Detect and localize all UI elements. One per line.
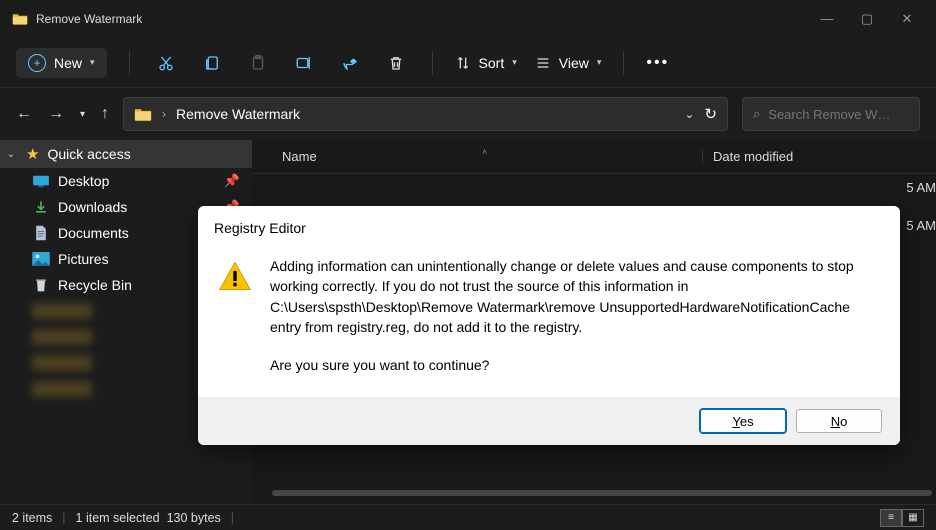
pin-icon: 📌	[224, 173, 240, 189]
column-modified-label: Date modified	[713, 149, 793, 164]
quick-access-label: Quick access	[47, 146, 130, 162]
separator	[432, 51, 433, 75]
search-icon: ⌕	[753, 106, 760, 122]
recycle-bin-icon	[32, 278, 50, 293]
sidebar-quick-access[interactable]: ⌄ ★ Quick access	[0, 140, 252, 168]
window-controls: — ▢ ✕	[820, 11, 928, 27]
view-label: View	[559, 55, 589, 71]
sidebar-item-desktop[interactable]: Desktop 📌	[0, 168, 252, 194]
yes-label: Y	[732, 414, 739, 429]
share-button[interactable]	[336, 49, 364, 77]
sidebar-item-label: Documents	[58, 225, 129, 241]
forward-button[interactable]: →	[48, 105, 64, 123]
sidebar-item-label: Pictures	[58, 251, 109, 267]
sort-icon	[455, 55, 471, 71]
star-icon: ★	[26, 145, 39, 163]
status-bar: 2 items | 1 item selected 130 bytes | ≡ …	[0, 504, 936, 530]
maximize-button[interactable]: ▢	[860, 11, 874, 27]
status-selection: 1 item selected	[76, 511, 160, 525]
documents-icon	[32, 226, 50, 241]
chevron-down-icon: ▾	[512, 57, 517, 68]
expand-icon[interactable]: ⌄	[4, 149, 18, 160]
sidebar-item-label: Downloads	[58, 199, 127, 215]
status-size: 130 bytes	[167, 511, 221, 525]
view-button[interactable]: View ▾	[535, 55, 602, 71]
no-label: N	[831, 414, 840, 429]
view-icon	[535, 55, 551, 71]
sidebar-item-label: Desktop	[58, 173, 109, 189]
delete-button[interactable]	[382, 49, 410, 77]
yes-button[interactable]: Yes	[700, 409, 786, 433]
copy-button[interactable]	[198, 49, 226, 77]
dialog-button-row: Yes No	[198, 397, 900, 445]
plus-icon: +	[28, 54, 46, 72]
cut-button[interactable]	[152, 49, 180, 77]
sort-button[interactable]: Sort ▾	[455, 55, 517, 71]
chevron-down-icon: ▾	[90, 57, 95, 68]
column-name-label: Name	[282, 149, 317, 164]
dialog-text: Adding information can unintentionally c…	[270, 256, 880, 375]
address-dropdown[interactable]: ⌄	[684, 107, 694, 121]
close-button[interactable]: ✕	[900, 11, 914, 27]
column-modified[interactable]: Date modified	[702, 149, 793, 164]
search-input[interactable]	[768, 107, 909, 122]
toolbar: + New ▾ Sort ▾ View ▾ •••	[0, 38, 936, 88]
navigation-row: ← → ▾ ↑ › Remove Watermark ⌄ ↻ ⌕	[0, 88, 936, 140]
view-mode-toggles: ≡ ▦	[880, 509, 924, 527]
refresh-button[interactable]: ↻	[704, 105, 717, 123]
folder-icon	[134, 107, 152, 122]
details-view-button[interactable]: ≡	[880, 509, 902, 527]
no-button[interactable]: No	[796, 409, 882, 433]
breadcrumb-separator: ›	[162, 107, 166, 121]
warning-icon	[218, 260, 252, 292]
address-bar[interactable]: › Remove Watermark ⌄ ↻	[123, 97, 728, 131]
separator	[623, 51, 624, 75]
dialog-body: Adding information can unintentionally c…	[270, 256, 880, 337]
file-date-peek: 5 AM	[906, 180, 936, 195]
new-button[interactable]: + New ▾	[16, 48, 107, 78]
new-button-label: New	[54, 55, 82, 71]
more-button[interactable]: •••	[646, 54, 669, 72]
history-dropdown[interactable]: ▾	[80, 109, 85, 120]
registry-editor-dialog: Registry Editor Adding information can u…	[198, 206, 900, 445]
breadcrumb-current[interactable]: Remove Watermark	[176, 106, 300, 122]
status-count: 2 items	[12, 511, 52, 525]
dialog-title: Registry Editor	[198, 206, 900, 246]
scrollbar[interactable]	[272, 490, 932, 496]
sort-label: Sort	[479, 55, 505, 71]
file-date-peek: 5 AM	[906, 218, 936, 233]
paste-button[interactable]	[244, 49, 272, 77]
back-button[interactable]: ←	[16, 105, 32, 123]
minimize-button[interactable]: —	[820, 11, 834, 27]
sort-indicator-icon: ˄	[482, 147, 487, 157]
window-title: Remove Watermark	[36, 12, 142, 26]
column-headers: Name ˄ Date modified	[252, 140, 936, 174]
desktop-icon	[32, 174, 50, 189]
column-name[interactable]: Name ˄	[252, 149, 702, 164]
icons-view-button[interactable]: ▦	[902, 509, 924, 527]
rename-button[interactable]	[290, 49, 318, 77]
dialog-confirm: Are you sure you want to continue?	[270, 355, 880, 375]
search-box[interactable]: ⌕	[742, 97, 920, 131]
downloads-icon	[32, 200, 50, 215]
separator	[129, 51, 130, 75]
sidebar-item-label: Recycle Bin	[58, 277, 132, 293]
pictures-icon	[32, 252, 50, 267]
up-button[interactable]: ↑	[101, 105, 109, 123]
nav-arrows: ← → ▾ ↑	[16, 105, 109, 123]
chevron-down-icon: ▾	[597, 57, 602, 68]
title-bar: Remove Watermark — ▢ ✕	[0, 0, 936, 38]
folder-icon	[12, 12, 28, 26]
